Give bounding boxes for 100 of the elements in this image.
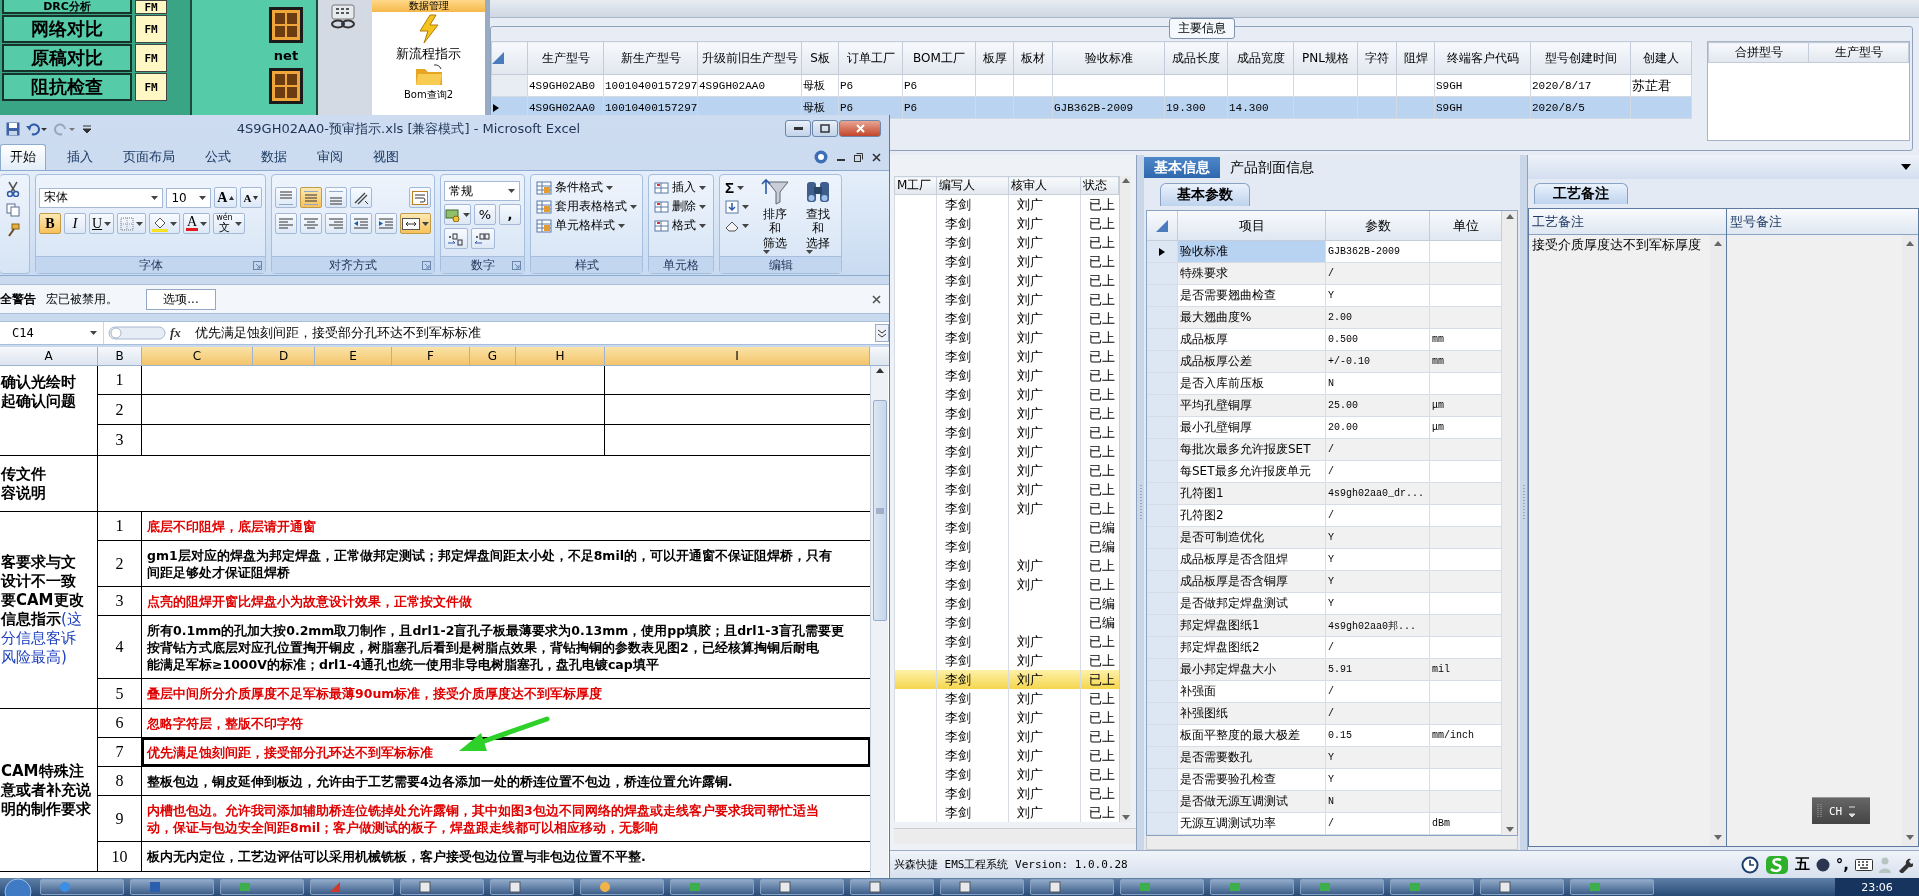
ribbon-tab[interactable]: 插入 (58, 145, 102, 170)
style-menu-button[interactable]: 条件格式 (534, 178, 639, 197)
taskbar-button[interactable] (1120, 879, 1204, 895)
list-row[interactable]: 李剑 刘广 已上 (894, 347, 1119, 366)
fm-button[interactable]: FM (135, 44, 167, 72)
taskbar-button[interactable] (40, 879, 124, 895)
column-header[interactable]: BOM工厂 (902, 41, 976, 75)
nav-button[interactable]: DRC分析 (2, 0, 132, 14)
find-select-button[interactable]: 查找和 选择 (798, 178, 838, 256)
help-icon[interactable] (814, 150, 828, 164)
column-header[interactable]: E (315, 347, 392, 365)
ribbon-tab[interactable]: 数据 (252, 145, 296, 170)
scroll-thumb[interactable] (872, 400, 887, 621)
taskbar-button[interactable] (1300, 879, 1384, 895)
customize-icon[interactable] (82, 124, 92, 133)
align-middle-button[interactable] (300, 187, 322, 208)
column-header[interactable]: 板厚 (975, 41, 1014, 75)
scrollbar[interactable] (1146, 836, 1518, 850)
column-header[interactable]: 合拼型号 (1708, 42, 1809, 63)
font-color-button[interactable]: A (183, 213, 211, 234)
taskbar-button[interactable] (1030, 879, 1114, 895)
style-menu-button[interactable]: 单元格样式 (534, 216, 639, 235)
ribbon-tab[interactable]: 页面布局 (114, 145, 184, 170)
instruction-text[interactable]: 所有0.1mm的孔加大按0.2mm取刀制作，且drl1-2盲孔子板最薄要求为0.13mm，使用pp填胶；且drl1-3盲孔需要更 按背钻方式底层对应孔位置掏开铜皮，树脂塞孔后看到是树脂点效果，背钻掏铜的参数表见图2，已经核算掏铜后耐电 能满足军标≥1000V的标准；drl1-4通孔也统一使用非导电树脂塞孔，盘孔电镀cap填平 (142, 616, 870, 678)
list-row[interactable]: 李剑 刘广 已上 (894, 765, 1119, 784)
ribbon-tab[interactable]: 视图 (364, 145, 408, 170)
list-row[interactable]: 李剑 刘广 已上 (894, 309, 1119, 328)
column-header[interactable]: 型号创建时间 (1530, 41, 1631, 75)
list-row[interactable]: 李剑 刘广 已上 (894, 366, 1119, 385)
start-orb-icon[interactable] (4, 878, 34, 896)
instruction-text[interactable]: 板内无内定位，工艺边评估可以采用机械铣板，客户接受包边位置与非包边位置不平整. (142, 842, 870, 871)
column-header[interactable]: H (516, 347, 605, 365)
percent-button[interactable]: % (474, 204, 496, 225)
align-outdent-button[interactable] (350, 213, 372, 234)
number-format-field[interactable]: 常规 (444, 181, 520, 201)
minimize-button[interactable] (785, 120, 811, 137)
taskbar-button[interactable] (400, 879, 484, 895)
keyboard-icon[interactable] (1855, 858, 1873, 871)
launcher-icon[interactable] (512, 261, 521, 270)
taskbar-button[interactable] (1570, 879, 1654, 895)
formula-field[interactable]: 优先满足蚀刻间距，接受部分孔环达不到军标标准 (184, 324, 871, 342)
underline-button[interactable]: U (89, 213, 115, 234)
list-row[interactable]: 李剑 刘广 已上 (894, 575, 1119, 594)
tab[interactable]: 基本信息 (1144, 157, 1220, 179)
ribbon-tab[interactable]: 公式 (196, 145, 240, 170)
fm-button[interactable]: FM (135, 0, 167, 14)
maximize-button[interactable] (812, 120, 838, 137)
format-painter-icon[interactable] (6, 223, 20, 237)
list-row[interactable]: 李剑 刘广 已上 (894, 271, 1119, 290)
taskbar-button[interactable] (490, 879, 574, 895)
taskbar-button[interactable] (940, 879, 1024, 895)
align-top-button[interactable] (275, 187, 297, 208)
column-header[interactable]: 生产型号 (527, 41, 604, 75)
align-left-button[interactable] (275, 213, 297, 234)
column-header[interactable]: 参数 (1326, 211, 1430, 242)
list-row[interactable]: 李剑 刘广 已上 (894, 689, 1119, 708)
close-button[interactable] (839, 120, 881, 137)
ribbon-tab[interactable]: 审阅 (308, 145, 352, 170)
redo-icon[interactable] (54, 121, 76, 136)
taskbar-button[interactable] (760, 879, 844, 895)
list-row[interactable]: 李剑 刘广 已上 (894, 784, 1119, 803)
clock-icon[interactable] (1740, 855, 1759, 874)
font-size-field[interactable]: 10 (166, 187, 212, 208)
column-header[interactable]: 订单工厂 (838, 41, 903, 75)
instruction-text[interactable]: 叠层中间所分介质厚度不足军标最薄90um标准，接受介质厚度达不到军标厚度 (142, 679, 870, 708)
phonetic-button[interactable]: wén 文 (213, 213, 245, 234)
wrench-icon[interactable] (1897, 856, 1913, 873)
list-row[interactable]: 李剑 刘广 已上 (894, 556, 1119, 575)
restore-icon[interactable] (854, 152, 863, 162)
punctuation-mode[interactable]: °, (1835, 855, 1849, 874)
sort-filter-button[interactable]: 排序和 筛选 (755, 178, 795, 256)
instruction-text[interactable]: 忽略字符层，整版不印字符 (142, 709, 870, 737)
taskbar-button[interactable] (220, 879, 304, 895)
expand-icon[interactable] (875, 324, 889, 342)
dropdown-icon[interactable] (1901, 164, 1911, 170)
close-icon[interactable] (872, 152, 881, 162)
column-header[interactable]: F (392, 347, 470, 365)
grid-icon[interactable] (268, 67, 304, 105)
column-header[interactable]: 板材 (1013, 41, 1053, 75)
taskbar-button[interactable] (1480, 879, 1564, 895)
cut-icon[interactable] (6, 181, 20, 197)
nav-button[interactable]: 阻抗检查 (2, 73, 132, 101)
copy-icon[interactable] (6, 203, 20, 217)
taskbar-button[interactable] (670, 879, 754, 895)
person-icon[interactable] (1879, 856, 1891, 873)
nav-button[interactable]: 原稿对比 (2, 44, 132, 72)
scrollbar[interactable] (1119, 176, 1131, 822)
list-row[interactable]: 李剑 刘广 已上 (894, 708, 1119, 727)
menu-item[interactable]: 新流程指示 (396, 46, 461, 61)
table-row[interactable]: 4S9GH02AA0 10010400157297 母板 P6 P6 GJB362B-2009 19.300 14.300 S9GH 2020/8/5 (491, 96, 1692, 119)
insert-function-button[interactable]: fx (170, 325, 181, 341)
column-header[interactable]: C (142, 347, 253, 365)
list-row[interactable]: 李剑 刘广 已上 (894, 252, 1119, 271)
italic-button[interactable]: I (64, 213, 86, 234)
fm-button[interactable]: FM (135, 73, 167, 101)
list-row[interactable]: 李剑 刘广 已上 (894, 423, 1119, 442)
align-orientation-button[interactable] (350, 187, 372, 208)
shrink-font-button[interactable]: A (240, 187, 262, 208)
increase-decimal-button[interactable] (444, 228, 468, 249)
tab[interactable]: 基本参数 (1160, 183, 1250, 207)
